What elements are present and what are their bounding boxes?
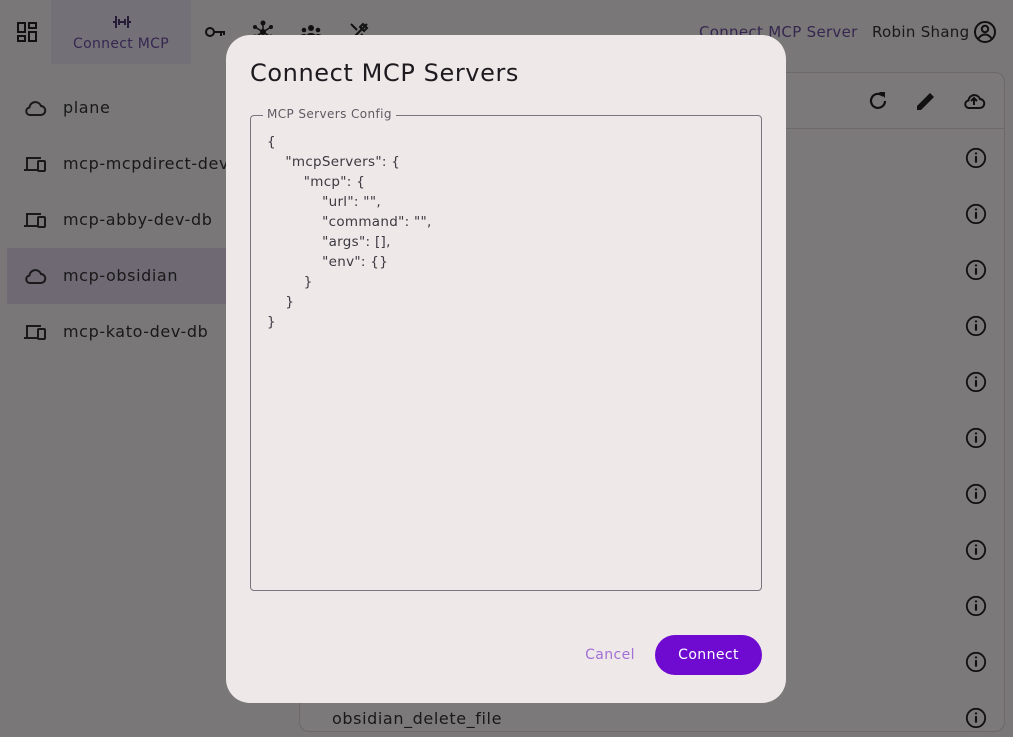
dialog-title: Connect MCP Servers xyxy=(250,59,520,87)
mcp-servers-config-textarea[interactable]: { "mcpServers": { "mcp": { "url": "", "c… xyxy=(267,132,747,572)
connect-button[interactable]: Connect xyxy=(655,635,762,675)
cancel-button[interactable]: Cancel xyxy=(576,635,644,675)
config-field-label: MCP Servers Config xyxy=(263,107,396,121)
connect-mcp-servers-dialog: Connect MCP Servers MCP Servers Config {… xyxy=(226,35,786,703)
mcp-servers-config-field: MCP Servers Config { "mcpServers": { "mc… xyxy=(250,107,762,591)
